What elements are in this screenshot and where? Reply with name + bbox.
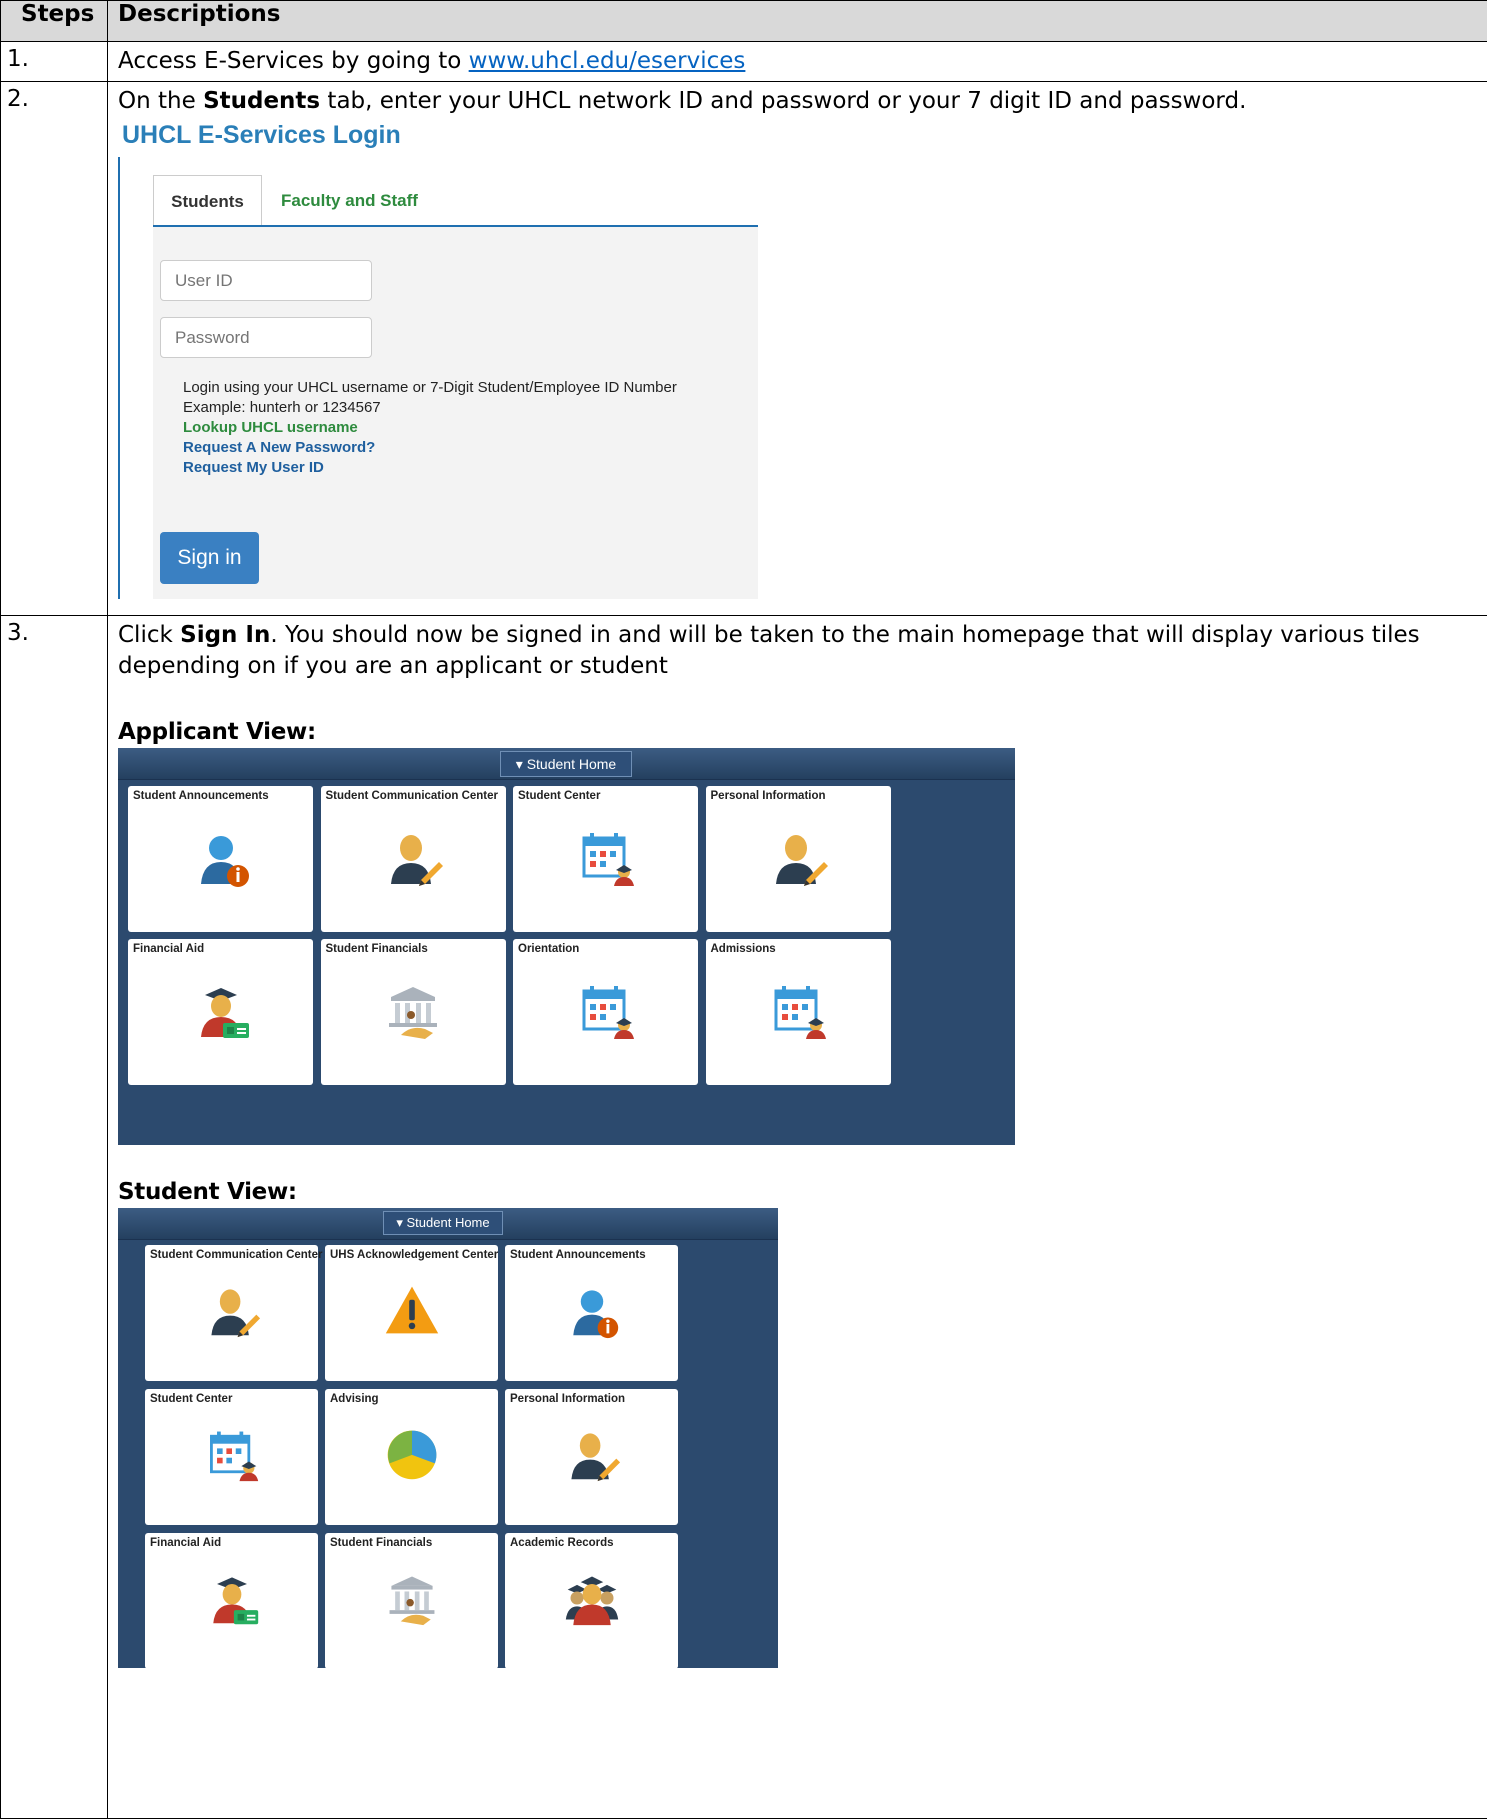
login-title: UHCL E-Services Login [122, 121, 401, 150]
example-text: Example: hunterh or 1234567 [183, 398, 677, 418]
tile-title: Student Communication Center [326, 790, 499, 802]
tile-orientation[interactable]: Orientation [513, 939, 698, 1085]
step-2-text: On the Students tab, enter your UHCL net… [108, 82, 1487, 117]
tile-title: UHS Acknowledgement Center [330, 1249, 498, 1261]
tile-title: Student Announcements [133, 790, 269, 802]
step-1-text: Access E-Services by going to www.uhcl.e… [108, 42, 1487, 77]
tile-title: Advising [330, 1393, 379, 1405]
person-pencil-icon [767, 826, 829, 888]
tile-financial-aid[interactable]: Financial Aid [145, 1533, 318, 1669]
person-info-icon [190, 826, 252, 888]
tile-student-center[interactable]: Student Center [513, 786, 698, 932]
tile-personal-information[interactable]: Personal Information [706, 786, 891, 932]
new-password-link[interactable]: Request A New Password? [183, 438, 677, 458]
tile-title: Financial Aid [133, 943, 204, 955]
tile-uhs-acknowledgement-center[interactable]: UHS Acknowledgement Center [325, 1245, 498, 1381]
step-row-2: 2. On the Students tab, enter your UHCL … [1, 82, 1487, 616]
bank-hand-icon [383, 1569, 441, 1627]
tile-title: Admissions [711, 943, 776, 955]
applicant-view-label: Applicant View: [108, 713, 1487, 748]
step-3-text: Click Sign In. You should now be signed … [108, 616, 1487, 682]
tile-financial-aid[interactable]: Financial Aid [128, 939, 313, 1085]
tile-personal-information[interactable]: Personal Information [505, 1389, 678, 1525]
student-dashboard: ▾ Student Home Student Communication Cen… [118, 1208, 778, 1668]
login-screenshot: UHCL E-Services Login Students Faculty a… [118, 117, 758, 599]
calendar-student-icon [575, 826, 637, 888]
tile-student-communication-center[interactable]: Student Communication Center [321, 786, 506, 932]
person-pencil-icon [563, 1425, 621, 1483]
step-number: 1. [1, 42, 107, 72]
warning-icon [383, 1281, 441, 1339]
calendar-student-icon [767, 979, 829, 1041]
login-panel: Login using your UHCL username or 7-Digi… [153, 227, 758, 599]
descriptions-header: Descriptions [108, 1, 1487, 42]
student-view-label: Student View: [108, 1173, 1487, 1208]
step-number: 3. [1, 616, 107, 646]
graduates-group-icon [563, 1569, 621, 1627]
person-pencil-icon [382, 826, 444, 888]
tile-advising[interactable]: Advising [325, 1389, 498, 1525]
login-help: Login using your UHCL username or 7-Digi… [183, 378, 677, 478]
applicant-dashboard: ▾ Student Home Student Announcements Stud… [118, 748, 1015, 1145]
tile-title: Orientation [518, 943, 579, 955]
calendar-student-icon [575, 979, 637, 1041]
tile-academic-records[interactable]: Academic Records [505, 1533, 678, 1669]
graduate-money-icon [203, 1569, 261, 1627]
tab-students[interactable]: Students [153, 175, 262, 227]
tile-title: Academic Records [510, 1537, 614, 1549]
divider [118, 157, 120, 599]
sign-in-button[interactable]: Sign in [160, 532, 259, 584]
tile-student-communication-center[interactable]: Student Communication Center [145, 1245, 318, 1381]
tile-title: Personal Information [711, 790, 826, 802]
tile-student-financials[interactable]: Student Financials [325, 1533, 498, 1669]
tile-title: Personal Information [510, 1393, 625, 1405]
tile-student-center[interactable]: Student Center [145, 1389, 318, 1525]
steps-header: Steps [1, 1, 108, 42]
tile-title: Student Communication Center [150, 1249, 323, 1261]
step-number: 2. [1, 82, 107, 112]
tile-title: Student Center [150, 1393, 232, 1405]
calendar-student-icon [203, 1425, 261, 1483]
instructions-table: Steps Descriptions 1. Access E-Services … [0, 0, 1487, 1819]
header-row: Steps Descriptions [1, 1, 1487, 42]
tile-title: Student Center [518, 790, 600, 802]
password-input[interactable] [160, 317, 372, 358]
bank-hand-icon [382, 979, 444, 1041]
person-pencil-icon [203, 1281, 261, 1339]
tile-student-announcements[interactable]: Student Announcements [128, 786, 313, 932]
tile-admissions[interactable]: Admissions [706, 939, 891, 1085]
tile-student-financials[interactable]: Student Financials [321, 939, 506, 1085]
pie-chart-icon [383, 1425, 441, 1483]
tile-student-announcements[interactable]: Student Announcements [505, 1245, 678, 1381]
graduate-money-icon [190, 979, 252, 1041]
tile-title: Student Announcements [510, 1249, 646, 1261]
lookup-username-link[interactable]: Lookup UHCL username [183, 418, 677, 438]
student-home-button[interactable]: ▾ Student Home [500, 751, 632, 777]
tab-faculty-staff[interactable]: Faculty and Staff [281, 191, 418, 211]
step-row-1: 1. Access E-Services by going to www.uhc… [1, 42, 1487, 82]
student-home-button[interactable]: ▾ Student Home [383, 1211, 503, 1235]
tile-title: Student Financials [330, 1537, 432, 1549]
person-info-icon [563, 1281, 621, 1339]
tile-title: Student Financials [326, 943, 428, 955]
tile-title: Financial Aid [150, 1537, 221, 1549]
request-user-id-link[interactable]: Request My User ID [183, 458, 677, 478]
step-row-3: 3. Click Sign In. You should now be sign… [1, 616, 1487, 1819]
help-text: Login using your UHCL username or 7-Digi… [183, 378, 677, 398]
eservices-link[interactable]: www.uhcl.edu/eservices [469, 48, 746, 74]
user-id-input[interactable] [160, 260, 372, 301]
